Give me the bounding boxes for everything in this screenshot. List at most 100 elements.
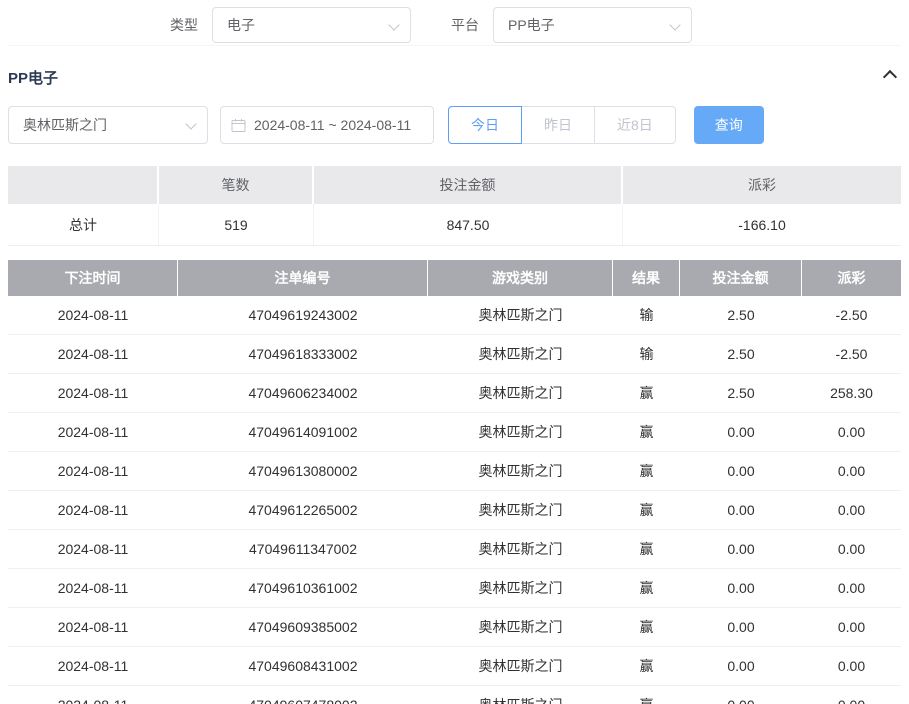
chevron-down-icon: [388, 19, 399, 30]
bet-table-body: 2024-08-11 47049619243002 奥林匹斯之门 输 2.50 …: [8, 296, 901, 704]
game-type-cell: 奥林匹斯之门: [428, 569, 613, 607]
collapse-chevron-up-icon[interactable]: [883, 70, 897, 84]
summary-count: 519: [159, 204, 314, 245]
query-button[interactable]: 查询: [694, 106, 764, 144]
bet-table: 下注时间 注单编号 游戏类别 结果 投注金额 派彩 2024-08-11 470…: [8, 260, 901, 704]
platform-select-value: PP电子: [508, 15, 555, 35]
game-type-cell: 奥林匹斯之门: [428, 686, 613, 704]
result-cell: 输: [613, 296, 680, 334]
yesterday-button[interactable]: 昨日: [521, 106, 595, 144]
summary-header-row: 笔数 投注金额 派彩: [8, 166, 901, 204]
bet-amount-cell: 0.00: [680, 491, 802, 529]
section-title: PP电子: [8, 67, 58, 88]
summary-table: 笔数 投注金额 派彩 总计 519 847.50 -166.10: [8, 166, 901, 246]
game-select-value: 奥林匹斯之门: [23, 115, 107, 135]
bet-amount-cell: 2.50: [680, 296, 802, 334]
today-button[interactable]: 今日: [448, 106, 522, 144]
bet-time-cell: 2024-08-11: [8, 569, 178, 607]
chevron-down-icon: [669, 19, 680, 30]
bet-id-cell: 47049608431002: [178, 647, 428, 685]
result-cell: 赢: [613, 374, 680, 412]
bet-id-cell: 47049614091002: [178, 413, 428, 451]
bet-table-header-row: 下注时间 注单编号 游戏类别 结果 投注金额 派彩: [8, 260, 901, 296]
date-range-input[interactable]: 2024-08-11 ~ 2024-08-11: [220, 106, 434, 144]
bet-time-cell: 2024-08-11: [8, 530, 178, 568]
bet-amount-cell: 0.00: [680, 530, 802, 568]
bet-amount-cell: 2.50: [680, 374, 802, 412]
summary-header-blank: [8, 166, 159, 204]
bet-time-cell: 2024-08-11: [8, 686, 178, 704]
bet-time-cell: 2024-08-11: [8, 491, 178, 529]
table-row: 2024-08-11 47049611347002 奥林匹斯之门 赢 0.00 …: [8, 530, 901, 569]
bet-id-cell: 47049619243002: [178, 296, 428, 334]
bet-id-cell: 47049618333002: [178, 335, 428, 373]
payout-cell: 0.00: [802, 452, 901, 490]
bet-time-cell: 2024-08-11: [8, 452, 178, 490]
header-game-type: 游戏类别: [428, 260, 613, 296]
header-bet-id: 注单编号: [178, 260, 428, 296]
bet-time-cell: 2024-08-11: [8, 647, 178, 685]
result-cell: 赢: [613, 452, 680, 490]
payout-cell: 0.00: [802, 647, 901, 685]
table-row: 2024-08-11 47049606234002 奥林匹斯之门 赢 2.50 …: [8, 374, 901, 413]
summary-bet-amount: 847.50: [314, 204, 623, 245]
game-type-cell: 奥林匹斯之门: [428, 530, 613, 568]
game-type-cell: 奥林匹斯之门: [428, 608, 613, 646]
bet-id-cell: 47049607478002: [178, 686, 428, 704]
last-8-days-button[interactable]: 近8日: [594, 106, 676, 144]
table-row: 2024-08-11 47049607478002 奥林匹斯之门 赢 0.00 …: [8, 686, 901, 704]
payout-cell: 0.00: [802, 608, 901, 646]
result-cell: 赢: [613, 686, 680, 704]
chevron-down-icon: [185, 118, 196, 129]
result-cell: 赢: [613, 413, 680, 451]
table-row: 2024-08-11 47049610361002 奥林匹斯之门 赢 0.00 …: [8, 569, 901, 608]
payout-cell: -2.50: [802, 335, 901, 373]
bet-amount-cell: 0.00: [680, 569, 802, 607]
bet-amount-cell: 0.00: [680, 686, 802, 704]
game-type-cell: 奥林匹斯之门: [428, 374, 613, 412]
filter-row: 奥林匹斯之门 2024-08-11 ~ 2024-08-11 今日 昨日 近8日…: [8, 106, 901, 144]
bet-id-cell: 47049613080002: [178, 452, 428, 490]
payout-cell: 0.00: [802, 569, 901, 607]
result-cell: 赢: [613, 491, 680, 529]
result-cell: 输: [613, 335, 680, 373]
header-payout: 派彩: [802, 260, 901, 296]
bet-id-cell: 47049611347002: [178, 530, 428, 568]
top-filter-bar: 类型 电子 平台 PP电子: [8, 0, 901, 46]
platform-select[interactable]: PP电子: [493, 7, 692, 43]
payout-cell: 0.00: [802, 530, 901, 568]
summary-header-bet-amount: 投注金额: [314, 166, 623, 204]
summary-header-count: 笔数: [159, 166, 314, 204]
payout-cell: 0.00: [802, 491, 901, 529]
game-type-cell: 奥林匹斯之门: [428, 296, 613, 334]
game-type-cell: 奥林匹斯之门: [428, 413, 613, 451]
game-select[interactable]: 奥林匹斯之门: [8, 106, 208, 144]
payout-cell: 0.00: [802, 413, 901, 451]
game-type-cell: 奥林匹斯之门: [428, 647, 613, 685]
game-type-cell: 奥林匹斯之门: [428, 335, 613, 373]
table-row: 2024-08-11 47049618333002 奥林匹斯之门 输 2.50 …: [8, 335, 901, 374]
summary-total-row: 总计 519 847.50 -166.10: [8, 204, 901, 246]
bet-time-cell: 2024-08-11: [8, 374, 178, 412]
summary-total-label: 总计: [8, 204, 159, 245]
header-bet-time: 下注时间: [8, 260, 178, 296]
bet-time-cell: 2024-08-11: [8, 608, 178, 646]
type-select[interactable]: 电子: [212, 7, 411, 43]
bet-amount-cell: 0.00: [680, 413, 802, 451]
header-result: 结果: [613, 260, 680, 296]
bet-time-cell: 2024-08-11: [8, 296, 178, 334]
table-row: 2024-08-11 47049612265002 奥林匹斯之门 赢 0.00 …: [8, 491, 901, 530]
bet-amount-cell: 2.50: [680, 335, 802, 373]
date-range-value: 2024-08-11 ~ 2024-08-11: [254, 117, 411, 133]
bet-amount-cell: 0.00: [680, 452, 802, 490]
table-row: 2024-08-11 47049613080002 奥林匹斯之门 赢 0.00 …: [8, 452, 901, 491]
result-cell: 赢: [613, 530, 680, 568]
type-label: 类型: [170, 15, 198, 35]
game-type-cell: 奥林匹斯之门: [428, 452, 613, 490]
table-row: 2024-08-11 47049619243002 奥林匹斯之门 输 2.50 …: [8, 296, 901, 335]
bet-id-cell: 47049612265002: [178, 491, 428, 529]
table-row: 2024-08-11 47049608431002 奥林匹斯之门 赢 0.00 …: [8, 647, 901, 686]
game-type-cell: 奥林匹斯之门: [428, 491, 613, 529]
result-cell: 赢: [613, 647, 680, 685]
payout-cell: -2.50: [802, 296, 901, 334]
